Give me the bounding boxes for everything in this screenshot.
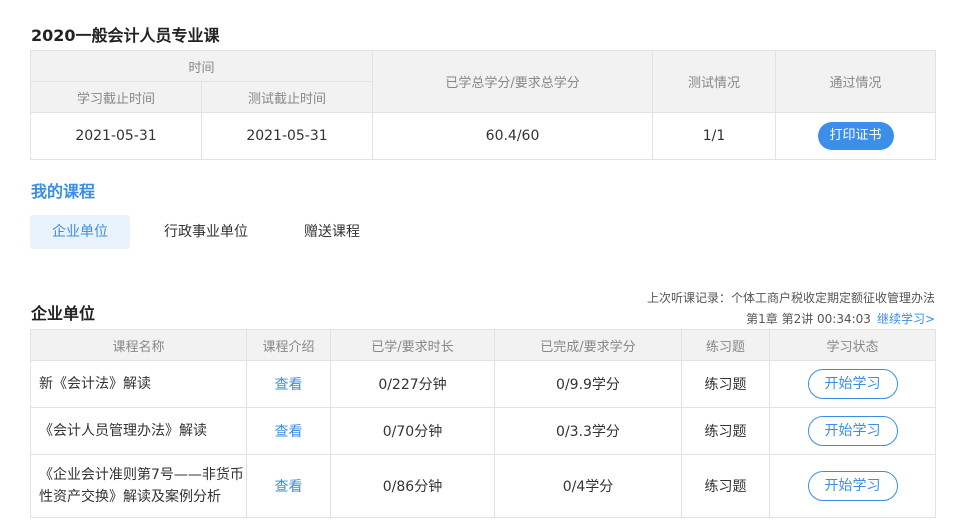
exercise-link[interactable]: 练习题 <box>681 360 770 408</box>
table-row: 新《会计法》解读 查看 0/227分钟 0/9.9学分 练习题 开始学习 <box>30 360 936 408</box>
header-pass-status: 通过情况 <box>775 50 937 113</box>
credits-value: 0/9.9学分 <box>494 360 682 408</box>
duration-value: 0/86分钟 <box>330 454 495 518</box>
pass-status-cell: 打印证书 <box>775 112 937 160</box>
table-row: 《会计人员管理办法》解读 查看 0/70分钟 0/3.3学分 练习题 开始学习 <box>30 407 936 455</box>
my-course-title: 我的课程 <box>31 182 96 201</box>
last-record: 上次听课记录：个体工商户税收定期定额征收管理办法 第1章 第2讲 00:34:0… <box>647 288 935 330</box>
exercise-link[interactable]: 练习题 <box>681 407 770 455</box>
tab-gift-courses[interactable]: 赠送课程 <box>282 215 382 249</box>
table-row: 《企业会计准则第7号——非货币性资产交换》解读及案例分析 查看 0/86分钟 0… <box>30 454 936 518</box>
col-course-name: 课程名称 <box>30 329 247 361</box>
course-name: 新《会计法》解读 <box>30 360 247 408</box>
credits-value: 0/3.3学分 <box>494 407 682 455</box>
continue-learning-link[interactable]: 继续学习> <box>877 312 935 326</box>
credits-value: 60.4/60 <box>372 112 654 160</box>
test-status-value: 1/1 <box>652 112 777 160</box>
course-name: 《企业会计准则第7号——非货币性资产交换》解读及案例分析 <box>30 454 247 518</box>
print-certificate-button[interactable]: 打印证书 <box>817 122 894 150</box>
header-test-status: 测试情况 <box>652 50 777 113</box>
header-study-deadline: 学习截止时间 <box>30 81 202 113</box>
course-table: 课程名称 课程介绍 已学/要求时长 已完成/要求学分 练习题 学习状态 新《会计… <box>30 329 936 518</box>
start-learning-button[interactable]: 开始学习 <box>807 369 898 399</box>
test-deadline: 2021-05-31 <box>200 112 374 160</box>
study-deadline: 2021-05-31 <box>30 112 202 160</box>
credits-value: 0/4学分 <box>494 454 682 518</box>
start-learning-button[interactable]: 开始学习 <box>807 471 898 501</box>
summary-table: 时间 已学总学分/要求总学分 测试情况 通过情况 学习截止时间 测试截止时间 2… <box>29 50 937 160</box>
last-record-time: 第1章 第2讲 00:34:03 <box>746 312 871 326</box>
course-title: 2020一般会计人员专业课 <box>31 26 220 45</box>
section-title: 企业单位 <box>31 304 96 323</box>
view-intro-link[interactable]: 查看 <box>275 424 303 440</box>
exercise-link[interactable]: 练习题 <box>681 454 770 518</box>
course-name: 《会计人员管理办法》解读 <box>30 407 247 455</box>
start-learning-button[interactable]: 开始学习 <box>807 416 898 446</box>
tab-enterprise[interactable]: 企业单位 <box>30 215 130 249</box>
view-intro-link[interactable]: 查看 <box>275 479 303 495</box>
view-intro-link[interactable]: 查看 <box>275 377 303 393</box>
duration-value: 0/70分钟 <box>330 407 495 455</box>
col-credits: 已完成/要求学分 <box>494 329 682 361</box>
col-study-status: 学习状态 <box>769 329 936 361</box>
col-duration: 已学/要求时长 <box>330 329 495 361</box>
header-time: 时间 <box>29 50 374 82</box>
col-course-intro: 课程介绍 <box>246 329 331 361</box>
header-credits: 已学总学分/要求总学分 <box>372 50 654 113</box>
course-tabs: 企业单位 行政事业单位 赠送课程 <box>30 215 394 249</box>
duration-value: 0/227分钟 <box>330 360 495 408</box>
tab-administrative[interactable]: 行政事业单位 <box>142 215 270 249</box>
header-test-deadline: 测试截止时间 <box>200 81 374 113</box>
last-record-course: 上次听课记录：个体工商户税收定期定额征收管理办法 <box>646 291 935 305</box>
last-record-position: 第1章 第2讲 00:34:03 继续学习> <box>647 309 935 330</box>
col-exercise: 练习题 <box>681 329 770 361</box>
